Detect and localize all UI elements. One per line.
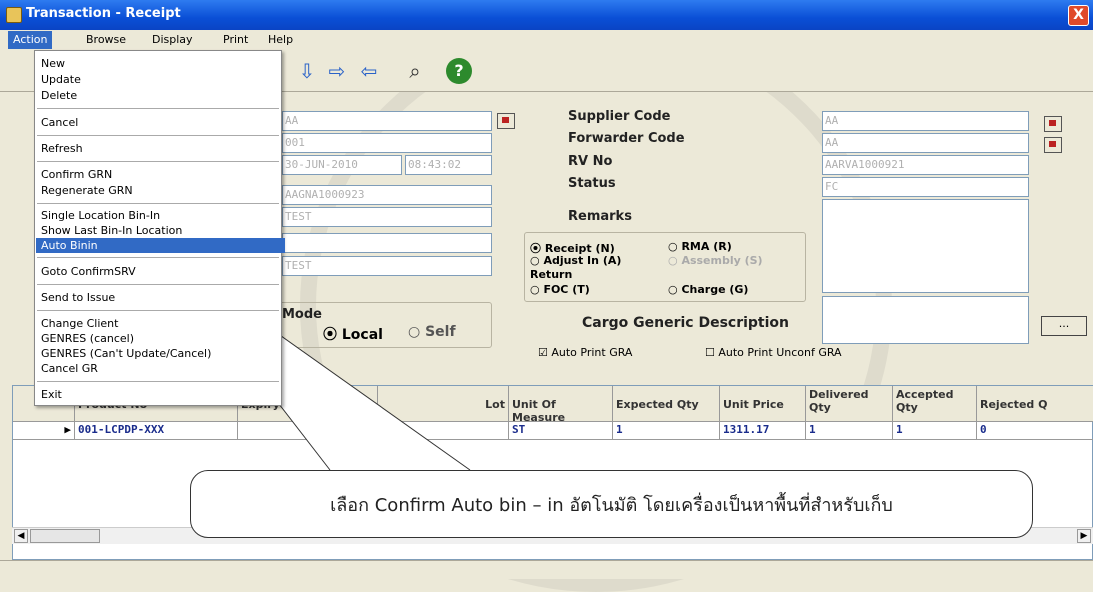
menu-separator: [37, 135, 279, 136]
callout-box: เลือก Confirm Auto bin – in อัตโนมัติ โด…: [190, 470, 1033, 538]
menu-item-exit[interactable]: Exit: [41, 387, 62, 402]
menu-item-regenerate-grn[interactable]: Regenerate GRN: [41, 183, 133, 198]
menu-separator: [37, 108, 279, 109]
menu-item-cancel[interactable]: Cancel: [41, 115, 78, 130]
menu-separator: [37, 284, 279, 285]
menu-item-auto-binin[interactable]: Auto Binin: [36, 238, 285, 253]
menu-item-confirm-grn[interactable]: Confirm GRN: [41, 167, 112, 182]
menu-item-goto-confirmsrv[interactable]: Goto ConfirmSRV: [41, 264, 136, 279]
menu-item-genres-cancel[interactable]: GENRES (cancel): [41, 331, 134, 346]
menu-item-show-last-bin-in[interactable]: Show Last Bin-In Location: [41, 223, 182, 238]
menu-item-genres-cant-update[interactable]: GENRES (Can't Update/Cancel): [41, 346, 211, 361]
menu-item-cancel-gr[interactable]: Cancel GR: [41, 361, 98, 376]
menu-item-refresh[interactable]: Refresh: [41, 141, 83, 156]
menu-item-change-client[interactable]: Change Client: [41, 316, 118, 331]
menu-separator: [37, 161, 279, 162]
menu-item-single-location-bin-in[interactable]: Single Location Bin-In: [41, 208, 160, 223]
menu-item-new[interactable]: New: [41, 56, 65, 71]
menu-item-delete[interactable]: Delete: [41, 88, 77, 103]
menu-separator: [37, 310, 279, 311]
menu-separator: [37, 203, 279, 204]
callout-text: เลือก Confirm Auto bin – in อัตโนมัติ โด…: [330, 494, 893, 516]
status-bar: [0, 560, 1093, 579]
action-menu: New Update Delete Cancel Refresh Confirm…: [34, 50, 285, 406]
menu-item-update[interactable]: Update: [41, 72, 81, 87]
menu-separator: [37, 381, 279, 382]
menu-separator: [37, 257, 279, 258]
menu-item-send-to-issue[interactable]: Send to Issue: [41, 290, 115, 305]
